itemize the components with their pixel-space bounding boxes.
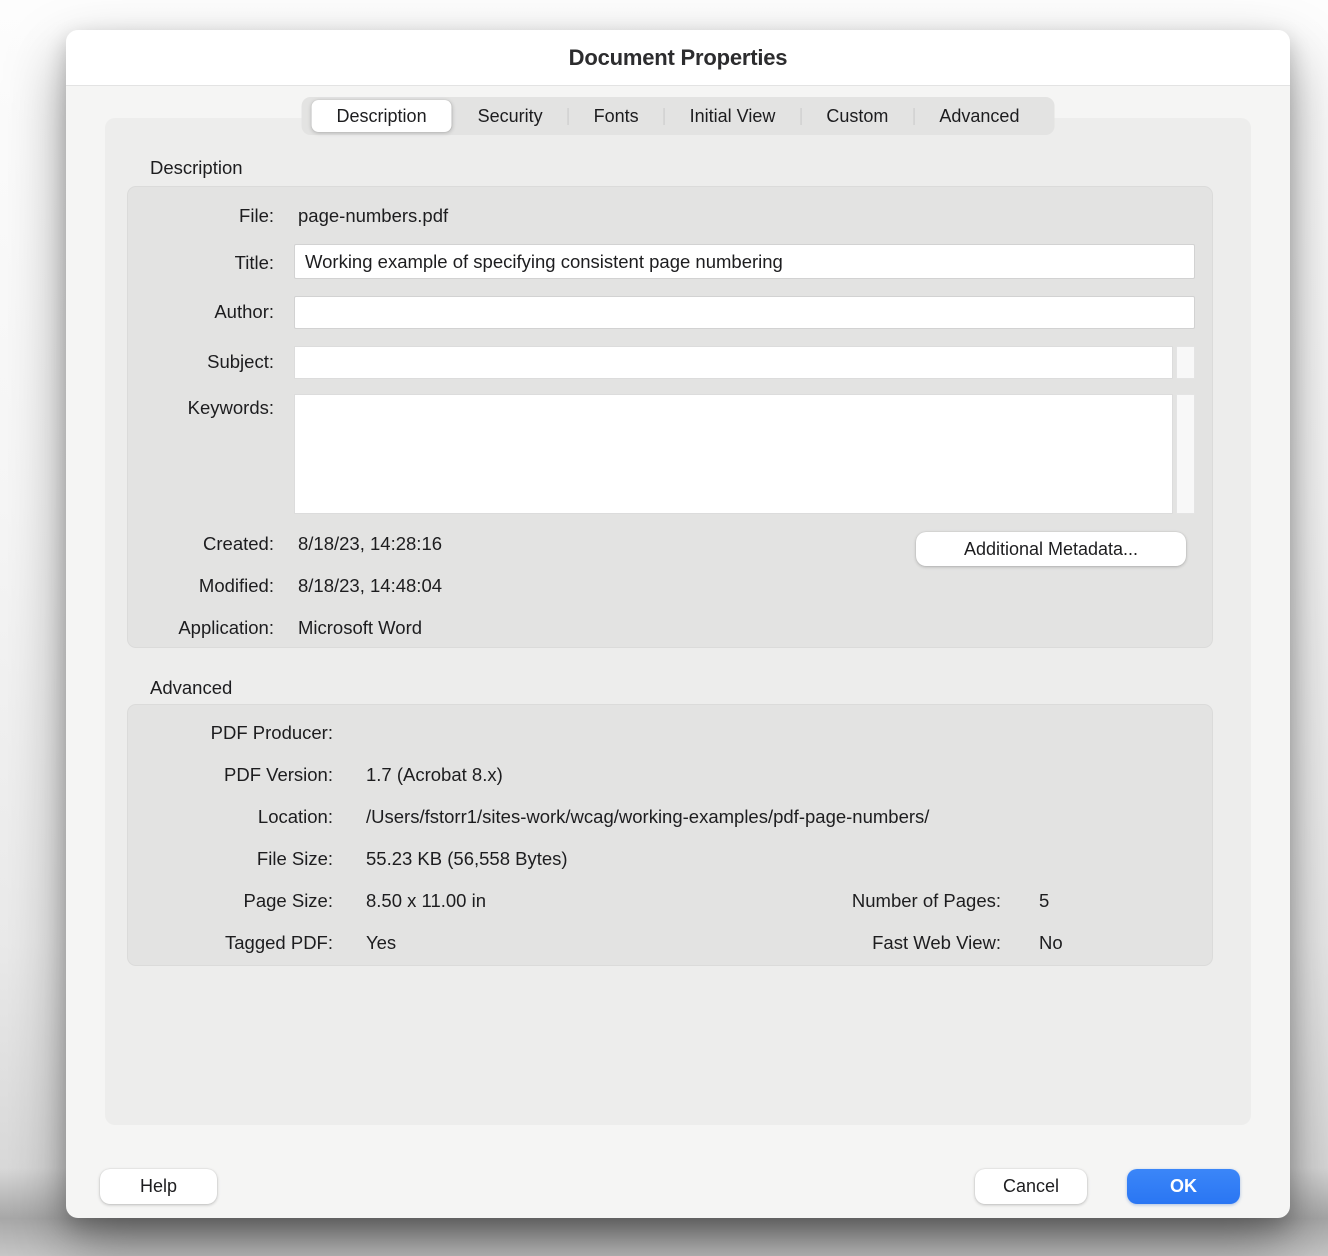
tagged-pdf-value: Yes <box>366 922 396 964</box>
created-label: Created: <box>128 532 274 556</box>
cancel-button[interactable]: Cancel <box>975 1169 1087 1204</box>
tab-custom[interactable]: Custom <box>801 100 913 132</box>
page-size-label: Page Size: <box>128 880 333 922</box>
description-section-heading: Description <box>150 156 243 180</box>
keywords-field <box>294 394 1195 514</box>
ok-button[interactable]: OK <box>1127 1169 1240 1204</box>
pdf-version-label: PDF Version: <box>128 754 333 796</box>
tab-description[interactable]: Description <box>312 100 452 132</box>
subject-scrollbar-track[interactable] <box>1176 346 1195 379</box>
pdf-version-value: 1.7 (Acrobat 8.x) <box>366 754 503 796</box>
pdf-producer-label: PDF Producer: <box>128 712 333 754</box>
content-panel: Description File: page-numbers.pdf Title… <box>105 118 1251 1125</box>
created-value: 8/18/23, 14:28:16 <box>298 532 442 556</box>
location-label: Location: <box>128 796 333 838</box>
file-label: File: <box>128 204 274 228</box>
document-properties-dialog: Document Properties Description File: pa… <box>66 30 1290 1218</box>
tab-fonts[interactable]: Fonts <box>569 100 664 132</box>
advanced-groupbox: PDF Producer: PDF Version: 1.7 (Acrobat … <box>127 704 1213 966</box>
application-label: Application: <box>128 616 274 640</box>
keywords-scrollbar-track[interactable] <box>1176 394 1195 514</box>
subject-label: Subject: <box>128 350 274 374</box>
advanced-row-file-size: File Size: 55.23 KB (56,558 Bytes) <box>128 838 1212 880</box>
description-groupbox: File: page-numbers.pdf Title: Author: Su… <box>127 186 1213 648</box>
dialog-titlebar: Document Properties <box>66 30 1290 86</box>
author-label: Author: <box>128 300 274 324</box>
fast-web-view-label: Fast Web View: <box>608 922 1001 964</box>
help-button[interactable]: Help <box>100 1169 217 1204</box>
file-value: page-numbers.pdf <box>298 204 448 228</box>
keywords-input[interactable] <box>294 394 1173 514</box>
advanced-row-pdf-producer: PDF Producer: <box>128 712 1212 754</box>
tab-bar: Description Security Fonts Initial View … <box>302 97 1055 135</box>
advanced-section-heading: Advanced <box>150 676 232 700</box>
advanced-row-pdf-version: PDF Version: 1.7 (Acrobat 8.x) <box>128 754 1212 796</box>
file-size-value: 55.23 KB (56,558 Bytes) <box>366 838 568 880</box>
subject-input[interactable] <box>294 346 1173 379</box>
file-size-label: File Size: <box>128 838 333 880</box>
tab-security[interactable]: Security <box>453 100 568 132</box>
title-label: Title: <box>128 251 274 275</box>
keywords-label: Keywords: <box>128 396 274 420</box>
tab-initial-view[interactable]: Initial View <box>665 100 801 132</box>
page-size-value: 8.50 x 11.00 in <box>366 880 486 922</box>
dialog-title: Document Properties <box>569 45 788 70</box>
modified-value: 8/18/23, 14:48:04 <box>298 574 442 598</box>
desktop-background: Document Properties Description File: pa… <box>0 0 1328 1256</box>
modified-label: Modified: <box>128 574 274 598</box>
fast-web-view-value: No <box>1039 922 1063 964</box>
subject-field <box>294 346 1195 379</box>
title-input[interactable] <box>294 244 1195 279</box>
additional-metadata-button[interactable]: Additional Metadata... <box>916 532 1186 566</box>
tab-advanced[interactable]: Advanced <box>914 100 1044 132</box>
tagged-pdf-label: Tagged PDF: <box>128 922 333 964</box>
advanced-row-location: Location: /Users/fstorr1/sites-work/wcag… <box>128 796 1212 838</box>
number-of-pages-value: 5 <box>1039 880 1049 922</box>
location-value: /Users/fstorr1/sites-work/wcag/working-e… <box>366 796 929 838</box>
author-input[interactable] <box>294 296 1195 329</box>
number-of-pages-label: Number of Pages: <box>608 880 1001 922</box>
application-value: Microsoft Word <box>298 616 422 640</box>
